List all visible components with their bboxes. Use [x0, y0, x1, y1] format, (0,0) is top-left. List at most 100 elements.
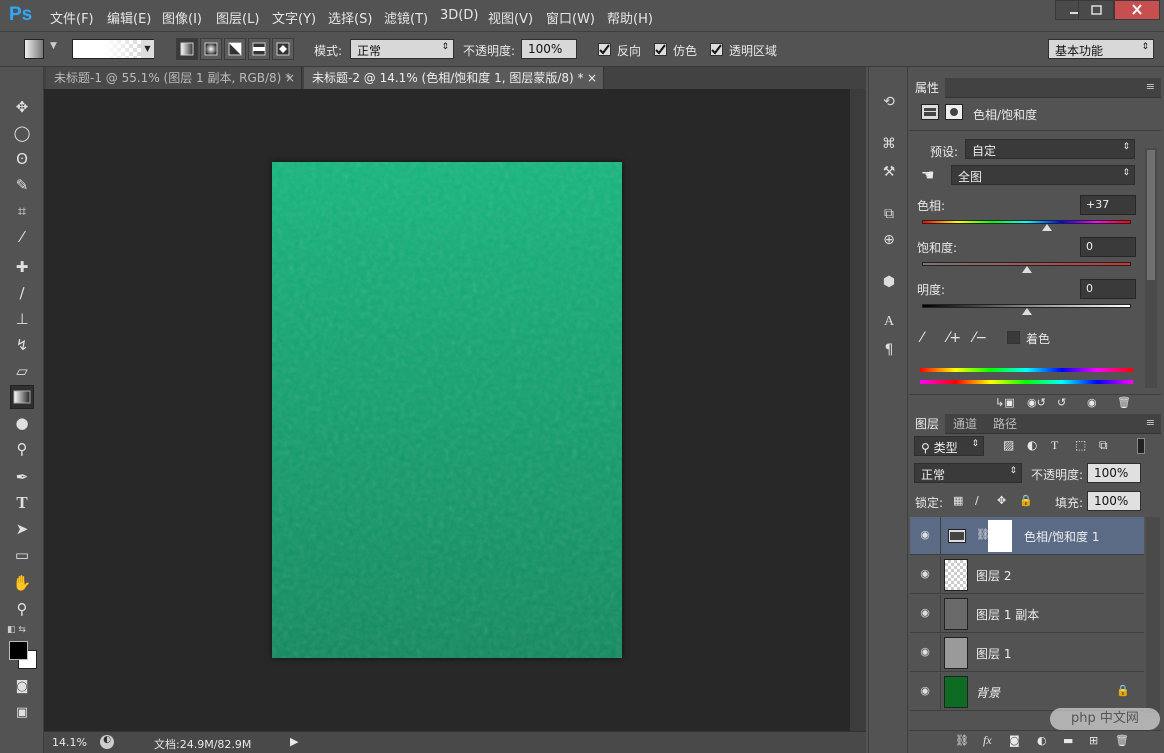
- lock-image-icon[interactable]: ∕: [975, 494, 979, 507]
- move-tool-icon[interactable]: ✥: [10, 95, 34, 119]
- filter-type-icon[interactable]: T: [1051, 438, 1058, 453]
- menu-window[interactable]: 窗口(W): [546, 8, 595, 27]
- new-layer-icon[interactable]: ⊞: [1089, 734, 1098, 747]
- default-colors-icon[interactable]: ◧ ⇆: [7, 625, 26, 635]
- menu-type[interactable]: 文字(Y): [272, 8, 316, 27]
- channel-select[interactable]: 全图 ⇕: [951, 165, 1135, 185]
- chevron-down-icon[interactable]: ▼: [50, 41, 57, 51]
- layer-thumbnail[interactable]: [944, 637, 968, 669]
- eye-icon[interactable]: ◉: [918, 606, 932, 620]
- delete-icon[interactable]: 🗑: [1117, 396, 1131, 409]
- preset-select[interactable]: 自定 ⇕: [965, 139, 1135, 159]
- close-icon[interactable]: ×: [285, 67, 295, 89]
- layer-row-layer-1[interactable]: ◉ 图层 1: [910, 634, 1144, 672]
- eraser-icon[interactable]: ▱: [10, 359, 34, 383]
- eye-icon[interactable]: ◉: [918, 528, 932, 542]
- diamond-gradient-button[interactable]: [272, 38, 294, 60]
- layer-row-layer-1-copy[interactable]: ◉ 图层 1 副本: [910, 595, 1144, 633]
- paragraph-panel-icon[interactable]: ¶: [877, 339, 901, 361]
- clone-stamp-icon[interactable]: ⊥: [10, 307, 34, 331]
- gradient-tool-icon[interactable]: [24, 39, 44, 59]
- filter-shape-icon[interactable]: ⬚: [1075, 438, 1086, 452]
- brush-presets-icon[interactable]: ⌘: [877, 133, 901, 155]
- properties-scrollbar[interactable]: [1145, 148, 1157, 388]
- character-panel-icon[interactable]: A: [877, 311, 901, 333]
- saturation-slider-thumb[interactable]: [1021, 266, 1032, 273]
- fx-icon[interactable]: fx: [983, 733, 992, 748]
- hue-slider[interactable]: [922, 220, 1131, 224]
- layer-opacity-field[interactable]: 100%: [1087, 463, 1141, 483]
- mask-icon[interactable]: [945, 104, 963, 120]
- eyedropper-minus-icon[interactable]: ⁄−: [973, 330, 987, 346]
- lock-position-icon[interactable]: ✥: [997, 494, 1006, 507]
- hue-field[interactable]: +37: [1080, 195, 1136, 215]
- filter-adjustment-icon[interactable]: ◐: [1027, 438, 1037, 452]
- menu-image[interactable]: 图像(I): [162, 8, 202, 27]
- filter-pixel-icon[interactable]: ▨: [1003, 438, 1014, 452]
- history-brush-icon[interactable]: ↯: [10, 333, 34, 357]
- visibility-icon[interactable]: ◉: [1087, 396, 1097, 409]
- transparency-checkbox[interactable]: [710, 43, 723, 56]
- 3d-panel-icon[interactable]: ⬢: [877, 271, 901, 293]
- zoom-level[interactable]: 14.1%: [52, 736, 87, 749]
- filter-toggle[interactable]: [1137, 438, 1145, 454]
- eyedropper-plus-icon[interactable]: ⁄+: [947, 330, 961, 346]
- canvas-area[interactable]: [44, 89, 866, 731]
- panel-menu-icon[interactable]: ≡: [1146, 416, 1155, 429]
- vertical-scrollbar[interactable]: [850, 89, 866, 731]
- radial-gradient-button[interactable]: [200, 38, 222, 60]
- layers-scrollbar[interactable]: [1146, 517, 1160, 713]
- reset-icon[interactable]: ↺: [1057, 396, 1066, 409]
- gradient-tool-icon[interactable]: [10, 385, 34, 409]
- lightness-field[interactable]: 0: [1080, 279, 1136, 299]
- gradient-dropdown-arrow-icon[interactable]: ▼: [141, 40, 154, 58]
- eye-icon[interactable]: ◉: [918, 684, 932, 698]
- hue-slider-thumb[interactable]: [1042, 224, 1053, 231]
- delete-layer-icon[interactable]: 🗑: [1115, 734, 1129, 747]
- eyedropper-icon[interactable]: ⁄: [921, 330, 923, 346]
- filter-smart-object-icon[interactable]: ⧉: [1099, 438, 1108, 453]
- history-panel-icon[interactable]: ⟲: [877, 91, 901, 113]
- menu-3d[interactable]: 3D(D): [440, 8, 478, 23]
- fill-field[interactable]: 100%: [1087, 491, 1141, 511]
- tab-paths[interactable]: 路径: [987, 414, 1023, 434]
- eye-icon[interactable]: ◉: [918, 645, 932, 659]
- close-button[interactable]: [1114, 0, 1160, 20]
- tab-properties[interactable]: 属性: [909, 78, 946, 98]
- angle-gradient-button[interactable]: [224, 38, 246, 60]
- menu-help[interactable]: 帮助(H): [607, 8, 653, 27]
- menu-view[interactable]: 视图(V): [488, 8, 533, 27]
- dodge-icon[interactable]: ⚲: [10, 437, 34, 461]
- mode-select[interactable]: 正常 ⇕: [350, 39, 454, 59]
- linear-gradient-button[interactable]: [176, 38, 198, 60]
- close-icon[interactable]: ×: [587, 67, 597, 89]
- add-mask-icon[interactable]: ◙: [1009, 734, 1020, 747]
- reflected-gradient-button[interactable]: [248, 38, 270, 60]
- lasso-icon[interactable]: ʘ: [10, 147, 34, 171]
- layer-filter-select[interactable]: ⚲ 类型 ⇕: [914, 436, 984, 456]
- blur-icon[interactable]: ●: [10, 411, 34, 435]
- rectangle-tool-icon[interactable]: ▭: [10, 543, 34, 567]
- view-previous-icon[interactable]: ◉↺: [1027, 396, 1046, 409]
- dither-checkbox[interactable]: [654, 43, 667, 56]
- pen-icon[interactable]: ✒: [10, 465, 34, 489]
- tab-channels[interactable]: 通道: [947, 414, 983, 434]
- layer-thumbnail[interactable]: [944, 559, 968, 591]
- elliptical-marquee-icon[interactable]: ◯: [10, 121, 34, 145]
- blend-mode-select[interactable]: 正常 ⇕: [914, 463, 1022, 483]
- layer-row-hue-saturation[interactable]: ◉ ⛓ 色相/饱和度 1: [910, 517, 1144, 555]
- lock-all-icon[interactable]: 🔒: [1019, 494, 1033, 507]
- tab-document-2[interactable]: 未标题-2 @ 14.1% (色相/饱和度 1, 图层蒙版/8) * ×: [304, 67, 604, 89]
- tool-presets-icon[interactable]: ⚒: [877, 161, 901, 183]
- status-arrow-icon[interactable]: ▶: [290, 735, 298, 748]
- panel-menu-icon[interactable]: ≡: [1146, 80, 1155, 93]
- menu-file[interactable]: 文件(F): [50, 8, 94, 27]
- workspace-select[interactable]: 基本功能 ⇕: [1048, 39, 1154, 59]
- menu-select[interactable]: 选择(S): [328, 8, 372, 27]
- lightness-slider-thumb[interactable]: [1021, 308, 1032, 315]
- path-select-icon[interactable]: ➤: [10, 517, 34, 541]
- layer-thumbnail[interactable]: [944, 676, 968, 708]
- targeted-adjustment-hand-icon[interactable]: ☚: [921, 166, 934, 184]
- menu-edit[interactable]: 编辑(E): [107, 8, 151, 27]
- layer-row-layer-2[interactable]: ◉ 图层 2: [910, 556, 1144, 594]
